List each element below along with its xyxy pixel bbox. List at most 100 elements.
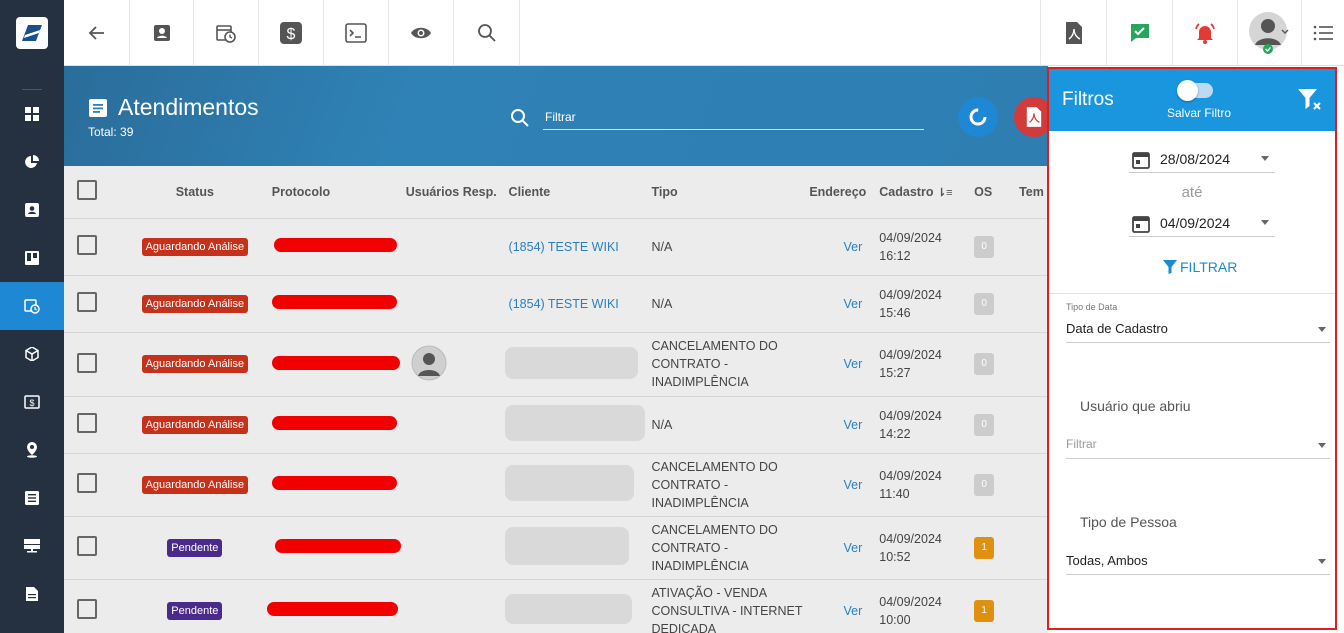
clear-filter-icon[interactable] xyxy=(1297,88,1323,112)
svg-text:$: $ xyxy=(29,398,34,408)
service-type-line: N/A xyxy=(651,239,673,254)
row-checkbox[interactable] xyxy=(77,352,97,373)
menu-list-icon xyxy=(1313,25,1333,41)
sidebar-item-pie-chart[interactable] xyxy=(0,138,64,186)
col-cadastro[interactable]: Cadastro ⇂≡ xyxy=(878,166,974,219)
filter-search-input[interactable]: Filtrar xyxy=(543,110,924,130)
table-row[interactable]: Aguardando Análise CANCELAMENTO DO CONTRAT… xyxy=(64,332,1048,397)
select-all-checkbox[interactable] xyxy=(77,180,97,201)
tasks-button[interactable] xyxy=(1107,0,1173,66)
sidebar-item-board[interactable] xyxy=(0,234,64,282)
menu-button[interactable] xyxy=(1302,0,1344,66)
schedule-button[interactable] xyxy=(194,0,259,66)
col-os[interactable]: OS xyxy=(973,166,1019,219)
address-view-link[interactable]: Ver xyxy=(844,541,863,555)
date-to-dropdown-icon xyxy=(1261,220,1269,225)
table-row[interactable]: Aguardando Análise (1854) TESTE WIKI N/A Ve… xyxy=(64,275,1048,333)
sidebar-item-cube[interactable] xyxy=(0,330,64,378)
service-type-line: CONSULTIVA - INTERNET xyxy=(651,603,803,618)
save-filter-toggle[interactable] xyxy=(1177,80,1213,101)
address-view-link[interactable]: Ver xyxy=(844,357,863,371)
pdf-button[interactable] xyxy=(1040,0,1107,66)
export-pdf-button[interactable] xyxy=(1014,97,1048,137)
col-protocolo[interactable]: Protocolo xyxy=(267,166,405,219)
table-row[interactable]: Aguardando Análise (1854) TESTE WIKI N/A Ve… xyxy=(64,218,1048,276)
app-logo[interactable] xyxy=(0,0,64,66)
sidebar-item-location[interactable] xyxy=(0,426,64,474)
created-hora: 15:46 xyxy=(879,305,911,320)
svg-text:$: $ xyxy=(287,26,296,43)
address-view-link[interactable]: Ver xyxy=(844,478,863,492)
sort-icon: ⇂≡ xyxy=(936,186,953,199)
row-checkbox[interactable] xyxy=(77,413,97,433)
opened-by-select[interactable]: Filtrar xyxy=(1066,433,1330,459)
apply-filter-button[interactable]: FILTRAR xyxy=(1163,259,1237,275)
row-checkbox[interactable] xyxy=(77,292,97,312)
col-status[interactable]: Status xyxy=(121,166,268,219)
redacted-client xyxy=(504,465,634,501)
sidebar-item-grid[interactable] xyxy=(0,90,64,138)
address-view-link[interactable]: Ver xyxy=(844,418,863,432)
table-row[interactable]: Aguardando Análise CANCELAMENTO DO CONTRAT… xyxy=(64,453,1048,517)
list-document-icon xyxy=(89,98,107,117)
sidebar-item-calendar-clock[interactable] xyxy=(0,282,64,330)
row-checkbox[interactable] xyxy=(77,473,97,493)
page-title-text: Atendimentos xyxy=(118,94,259,120)
sidebar-item-document[interactable] xyxy=(0,570,64,618)
chat-check-icon xyxy=(1130,24,1149,42)
back-button[interactable] xyxy=(64,0,130,66)
dollar-icon: $ xyxy=(280,22,302,44)
address-view-link[interactable]: Ver xyxy=(844,604,863,618)
until-label: até xyxy=(1181,184,1203,201)
date-to-value: 04/09/2024 xyxy=(1160,215,1231,231)
client-link[interactable]: (1854) TESTE WIKI xyxy=(509,240,619,254)
finance-button[interactable]: $ xyxy=(259,0,324,66)
filter-icon xyxy=(1163,260,1177,274)
created-data: 04/09/2024 xyxy=(879,230,942,245)
col-usuarios[interactable]: Usuários Resp. xyxy=(404,166,508,219)
client-link[interactable]: (1854) TESTE WIKI xyxy=(509,297,619,311)
user-menu-button[interactable] xyxy=(1238,0,1302,66)
search-button[interactable] xyxy=(454,0,520,66)
col-cliente[interactable]: Cliente xyxy=(507,166,651,219)
sidebar-item-contact-card[interactable] xyxy=(0,186,64,234)
col-tipo[interactable]: Tipo xyxy=(650,166,809,219)
service-type-line: INADIMPLÊNCIA xyxy=(651,558,749,573)
address-view-link[interactable]: Ver xyxy=(844,297,863,311)
attendances-table: Status Protocolo Usuários Resp. Cliente … xyxy=(64,166,1048,633)
table-row[interactable]: Aguardando Análise N/A Ver 04/09/2024 14:22 0 xyxy=(64,396,1048,454)
sidebar-item-server[interactable] xyxy=(0,522,64,570)
calendar-icon xyxy=(1132,152,1150,169)
sidebar-item-money[interactable]: $ xyxy=(0,378,64,426)
created-data: 04/09/2024 xyxy=(879,468,942,483)
page-header: Atendimentos Total: 39 Filtrar xyxy=(64,66,1048,166)
redacted-client xyxy=(504,346,638,379)
date-to-field[interactable]: 04/09/2024 xyxy=(1129,209,1275,237)
row-checkbox[interactable] xyxy=(77,599,97,619)
created-hora: 15:27 xyxy=(879,366,911,380)
apply-filter-label: FILTRAR xyxy=(1180,259,1238,275)
alerts-button[interactable] xyxy=(1173,0,1238,66)
created-hora: 16:12 xyxy=(879,248,911,263)
col-endereco[interactable]: Endereço xyxy=(808,166,879,219)
date-from-field[interactable]: 28/08/2024 xyxy=(1129,145,1275,173)
service-type-line: N/A xyxy=(651,417,673,432)
calendar-clock-icon xyxy=(24,298,40,314)
contacts-button[interactable] xyxy=(130,0,194,66)
terminal-button[interactable] xyxy=(324,0,389,66)
sidebar-item-list[interactable] xyxy=(0,474,64,522)
refresh-button[interactable] xyxy=(958,97,998,137)
view-button[interactable] xyxy=(389,0,454,66)
row-checkbox[interactable] xyxy=(77,536,97,556)
row-checkbox[interactable] xyxy=(77,235,97,255)
table-row[interactable]: Pendente CANCELAMENTO DO CONTRATO - INADIMP… xyxy=(64,516,1048,580)
service-type-line: DEDICADA xyxy=(651,621,717,633)
date-type-select[interactable]: Data de Cadastro xyxy=(1066,317,1330,343)
status-badge: Aguardando Análise xyxy=(141,415,249,434)
alarm-bell-icon xyxy=(1195,23,1215,44)
table-row[interactable]: Pendente ATIVAÇÃO - VENDA CONSULTIVA - INT… xyxy=(64,579,1048,633)
address-view-link[interactable]: Ver xyxy=(844,240,863,254)
person-type-select[interactable]: Todas, Ambos xyxy=(1066,549,1330,575)
col-tem[interactable]: Tem xyxy=(1018,166,1048,219)
service-type-line: CONTRATO - xyxy=(651,477,729,492)
